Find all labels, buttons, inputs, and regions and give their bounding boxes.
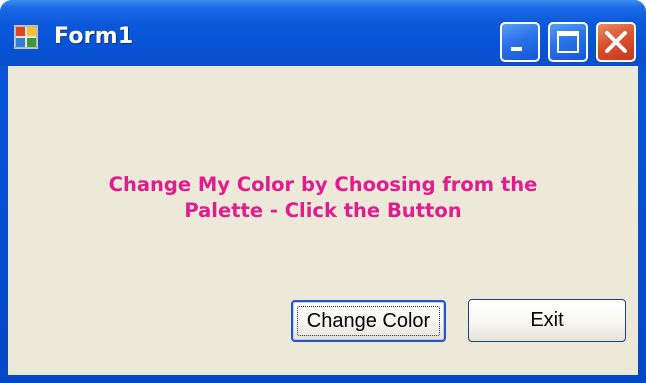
instruction-label: Change My Color by Choosing from the Pal… [108, 173, 538, 222]
maximize-icon [557, 31, 579, 53]
title-bar[interactable]: Form1 [0, 0, 646, 66]
minimize-button[interactable] [500, 22, 540, 62]
close-button[interactable] [596, 22, 636, 62]
maximize-button[interactable] [548, 22, 588, 62]
form-app-icon [14, 25, 38, 49]
exit-label: Exit [530, 309, 564, 331]
change-color-button[interactable]: Change Color [291, 300, 446, 342]
close-icon [605, 31, 627, 53]
form-client-area: Change My Color by Choosing from the Pal… [8, 66, 638, 375]
exit-button[interactable]: Exit [468, 299, 626, 342]
change-color-label: Change Color [306, 309, 431, 332]
form1-window: Form1 Change My Color by Choosing from t… [0, 0, 646, 383]
window-title: Form1 [54, 24, 134, 49]
minimize-icon [511, 47, 522, 51]
